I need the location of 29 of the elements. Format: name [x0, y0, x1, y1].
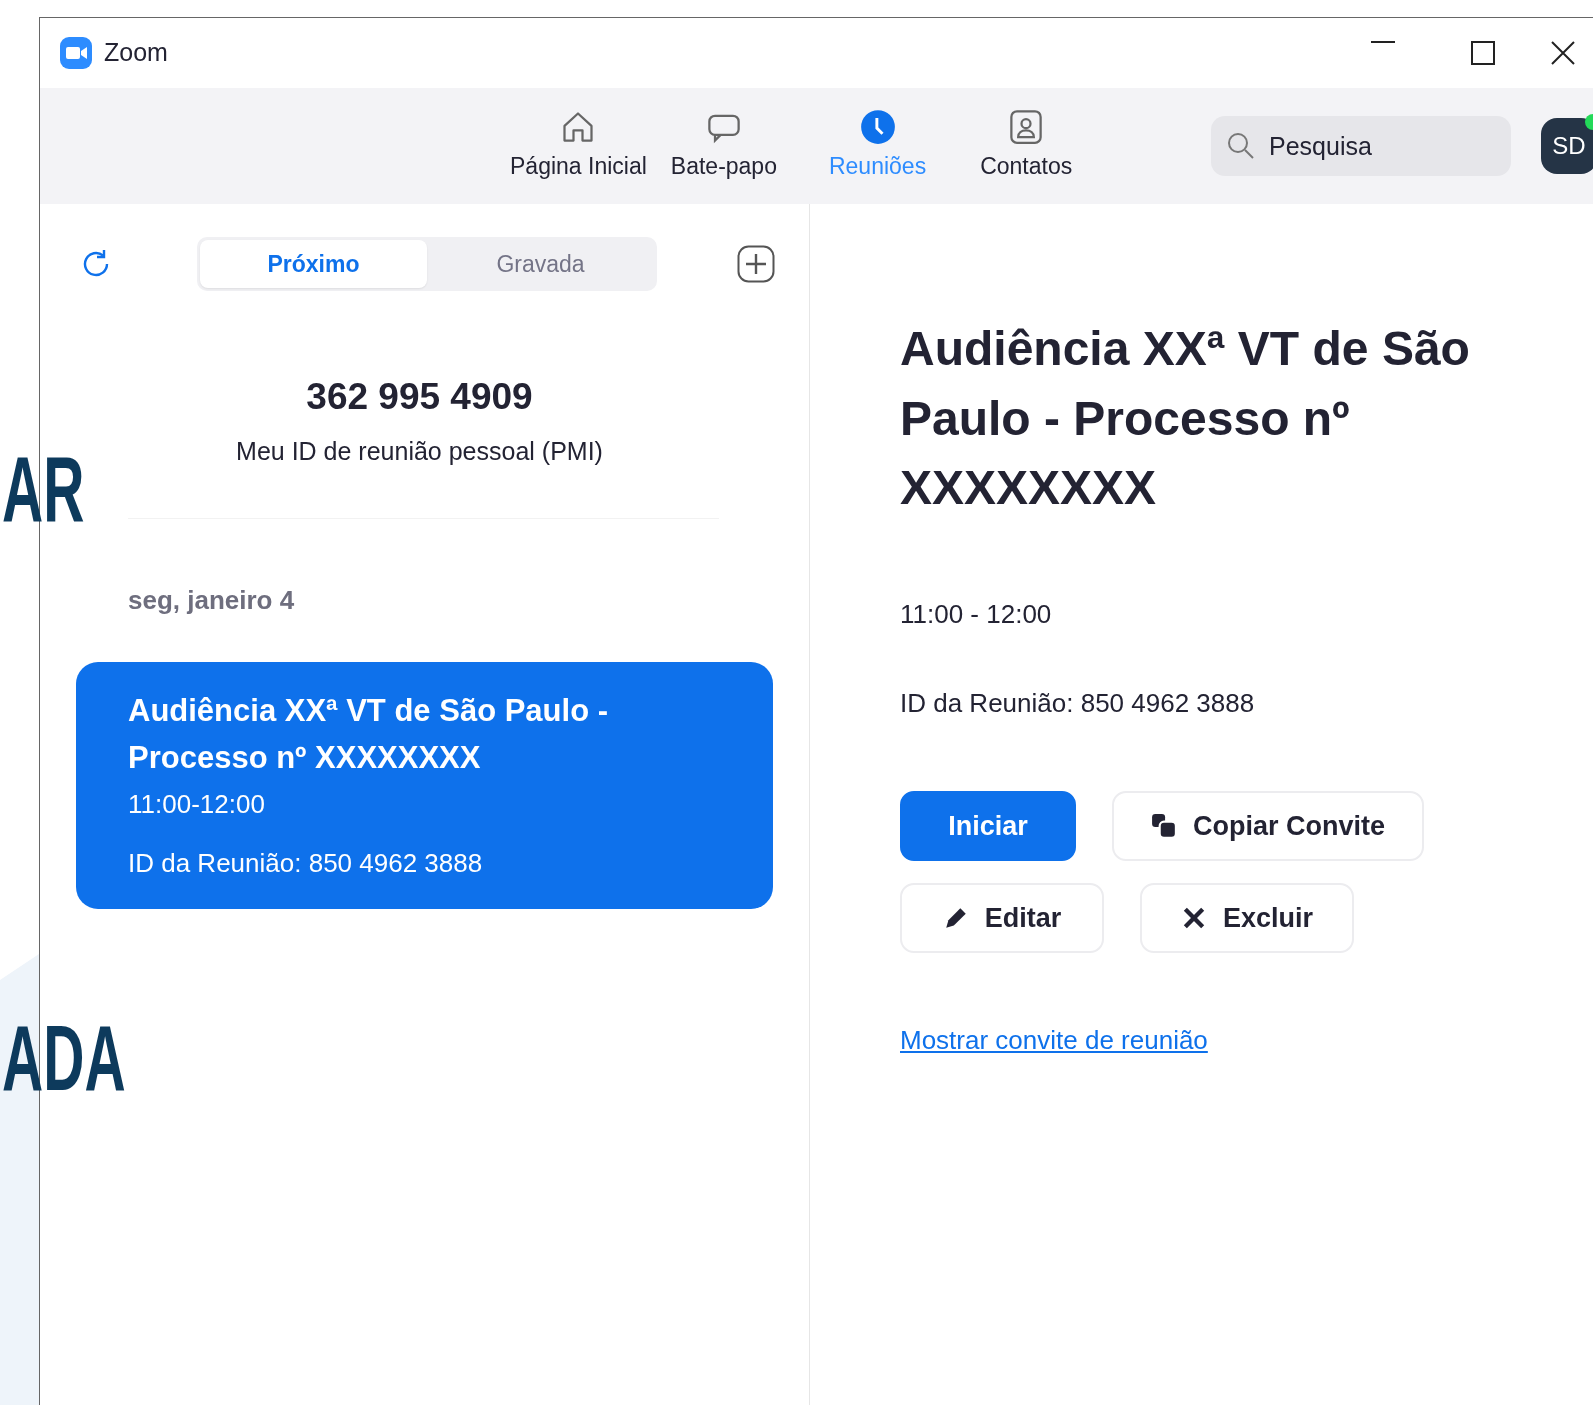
copy-invitation-button[interactable]: Copiar Convite: [1112, 790, 1424, 861]
meeting-card-time: 11:00-12:00: [128, 788, 266, 821]
meeting-id-number: 362 995 4909: [305, 375, 534, 419]
edit-button[interactable]: Editar: [900, 882, 1104, 953]
meeting-card-id: ID da Reunião: 850 4962 3888: [128, 847, 484, 880]
close-icon[interactable]: [1551, 41, 1575, 65]
meeting-time: 11:00 - 12:00: [900, 597, 1053, 631]
maximize-icon[interactable]: [1471, 41, 1495, 65]
contact-card-icon: [1008, 108, 1045, 145]
meeting-title: Audiência XXª VT de São Paulo - Processo nº XXXXXXXX: [900, 321, 1471, 517]
segment-tab[interactable]: Próximo: [200, 240, 427, 288]
delete-button[interactable]: Excluir: [1140, 882, 1354, 953]
date-heading: seg, janeiro 4: [128, 584, 296, 617]
nav-tab[interactable]: Bate-papo: [660, 108, 787, 184]
show-invitation-link[interactable]: Mostrar convite de reunião: [900, 1024, 1208, 1055]
meeting-card-title: Audiência XXª VT de São Paulo - Processo nº XXXXXXXX: [128, 692, 609, 777]
start-button[interactable]: Iniciar: [900, 790, 1076, 861]
nav-tab[interactable]: Contatos: [970, 108, 1083, 184]
segment-tab[interactable]: Gravada: [427, 240, 654, 288]
clock-icon: [859, 108, 896, 145]
copy-icon: [1151, 812, 1177, 839]
search-field[interactable]: Pesquisa: [1211, 116, 1511, 176]
add-icon[interactable]: [737, 245, 775, 283]
meeting-id: ID da Reunião: 850 4962 3888: [900, 686, 1256, 720]
camera-logo-icon: [60, 37, 92, 69]
window-title: Zoom: [104, 37, 168, 69]
meeting-card[interactable]: Audiência XXª VT de São Paulo - Processo nº XXXXXXXX 11:00-12:00 ID da Reunião: 850 4962 3888: [76, 662, 773, 909]
nav-tab[interactable]: Página Inicial: [500, 108, 657, 184]
meeting-id-label: Meu ID de reunião pessoal (PMI): [235, 435, 604, 467]
